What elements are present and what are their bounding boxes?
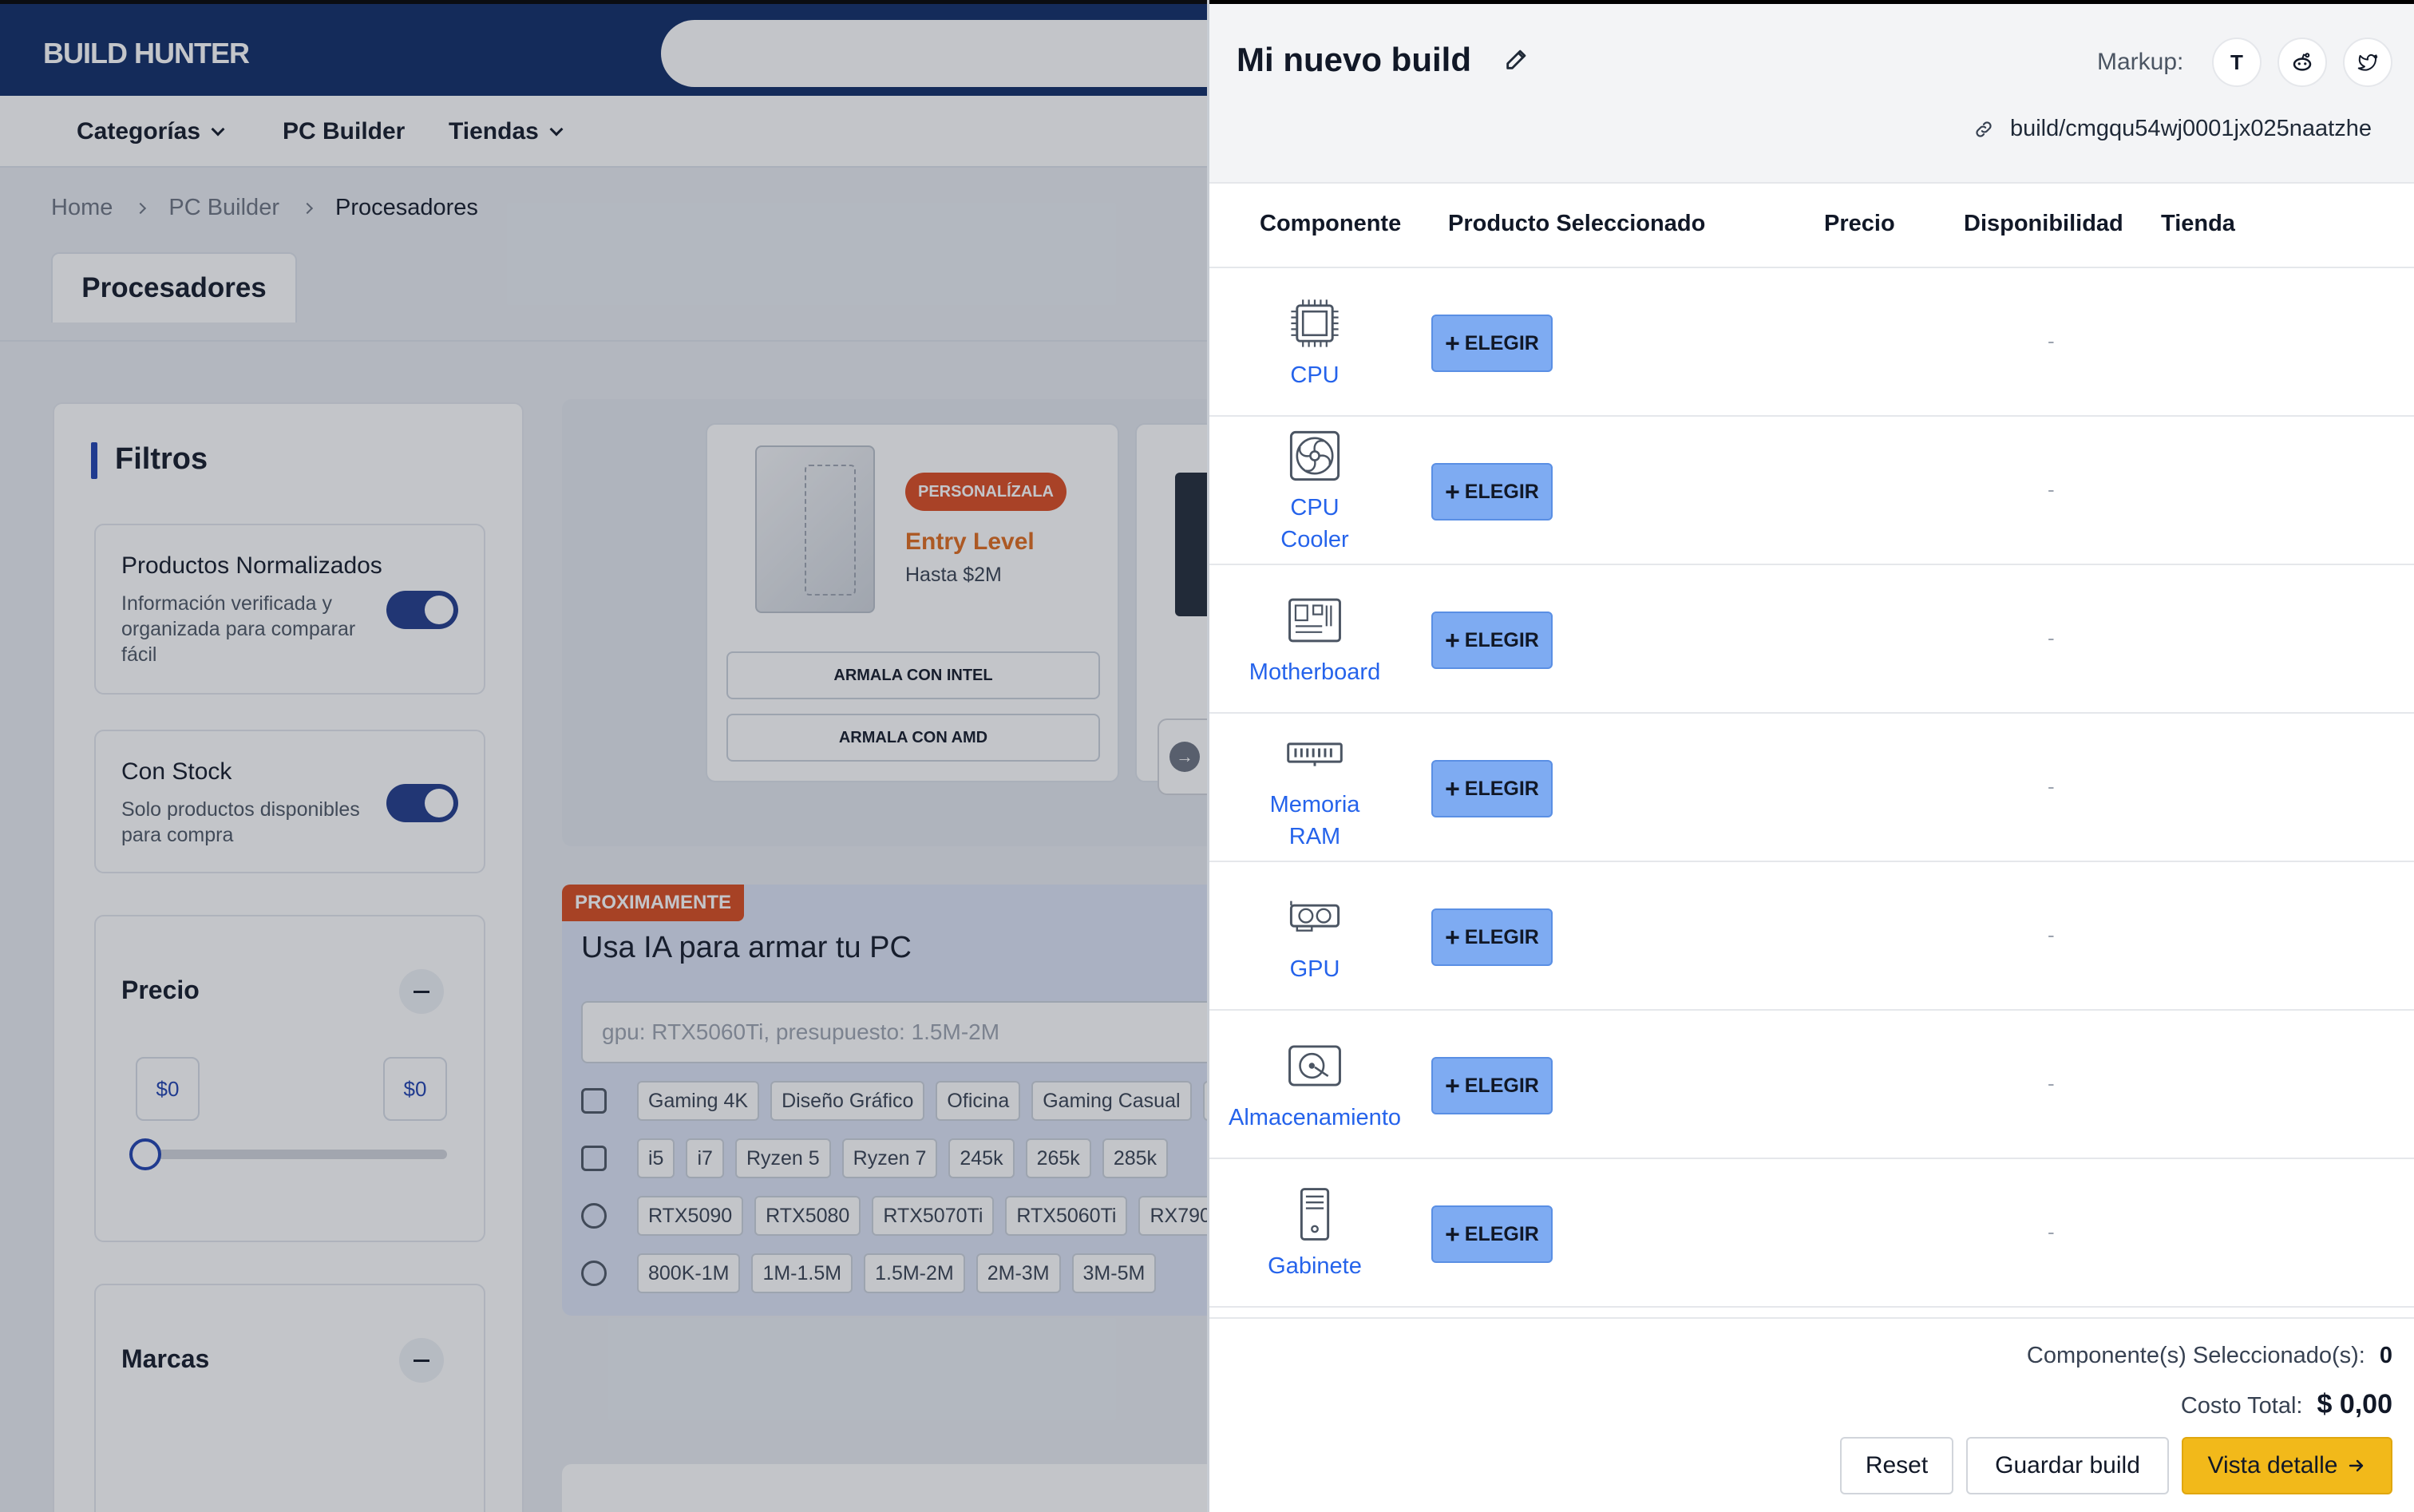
total-cost-label: Costo Total: (2180, 1393, 2303, 1419)
elegir-gpu-button[interactable]: + ELEGIR (1431, 908, 1553, 966)
link-icon (1976, 121, 1992, 137)
drawer-footer: Componente(s) Seleccionado(s): 0 Costo T… (1209, 1317, 2414, 1512)
availability-value: - (2048, 1220, 2055, 1244)
cpu-icon (1291, 299, 1339, 347)
table-row: Gabinete + ELEGIR - (1209, 1159, 2414, 1308)
vista-detalle-button[interactable]: Vista detalle (2182, 1437, 2392, 1494)
build-title: Mi nuevo build (1237, 41, 1471, 78)
plus-icon: + (1445, 328, 1460, 358)
build-share-link[interactable]: build/cmgqu54wj0001jx025naatzhe (1973, 116, 2372, 142)
table-row: CPU + ELEGIR - (1209, 268, 2414, 417)
availability-value: - (2048, 329, 2055, 353)
elegir-cpu-button[interactable]: + ELEGIR (1431, 315, 1553, 372)
availability-value: - (2048, 774, 2055, 798)
motherboard-icon (1288, 598, 1341, 643)
gpu-icon (1289, 900, 1340, 932)
reddit-icon (2293, 53, 2312, 71)
elegir-label: ELEGIR (1464, 331, 1539, 354)
component-gabinete[interactable]: Gabinete (1209, 1159, 1420, 1308)
availability-value: - (2048, 626, 2055, 650)
elegir-label: ELEGIR (1464, 628, 1539, 651)
availability-value: - (2048, 1071, 2055, 1095)
component-label: GPU (1289, 956, 1340, 982)
elegir-label: ELEGIR (1464, 1074, 1539, 1097)
table-header: Componente Producto Seleccionado Precio … (1209, 184, 2414, 268)
storage-icon (1288, 1045, 1341, 1087)
elegir-label: ELEGIR (1464, 925, 1539, 948)
cooler-icon (1289, 430, 1340, 481)
component-ram[interactable]: Memoria RAM (1209, 714, 1420, 862)
elegir-cooler-button[interactable]: + ELEGIR (1431, 463, 1553, 520)
components-table: CPU + ELEGIR - CPU Cooler + ELEGIR - Mot… (1209, 268, 2414, 1317)
component-almacenamiento[interactable]: Almacenamiento (1209, 1011, 1420, 1159)
component-gpu[interactable]: GPU (1209, 862, 1420, 1011)
elegir-label: ELEGIR (1464, 480, 1539, 503)
vista-detalle-label: Vista detalle (2207, 1452, 2338, 1478)
total-cost-value: $ 0,00 (2317, 1389, 2392, 1419)
elegir-motherboard-button[interactable]: + ELEGIR (1431, 612, 1553, 669)
table-row: Motherboard + ELEGIR - (1209, 565, 2414, 714)
component-label: Almacenamiento (1229, 1105, 1401, 1130)
twitter-icon (2357, 53, 2378, 71)
elegir-label: ELEGIR (1464, 1222, 1539, 1245)
modal-backdrop[interactable] (0, 0, 1207, 1512)
table-row: GPU + ELEGIR - (1209, 862, 2414, 1011)
build-link-text: build/cmgqu54wj0001jx025naatzhe (2009, 116, 2372, 141)
component-label: CPU (1290, 362, 1340, 388)
selected-count: Componente(s) Seleccionado(s): 0 (2027, 1343, 2392, 1369)
component-label: Memoria RAM (1269, 792, 1360, 849)
arrow-right-icon (2349, 1459, 2364, 1472)
case-icon (1300, 1188, 1330, 1241)
col-componente: Componente (1260, 211, 1402, 236)
availability-value: - (2048, 477, 2055, 501)
table-row: Almacenamiento + ELEGIR - (1209, 1011, 2414, 1159)
elegir-storage-button[interactable]: + ELEGIR (1431, 1057, 1553, 1114)
plus-icon: + (1445, 1219, 1460, 1249)
elegir-gabinete-button[interactable]: + ELEGIR (1431, 1205, 1553, 1263)
build-drawer: Mi nuevo build Markup: T build/cmgqu54wj… (1207, 0, 2414, 1512)
elegir-ram-button[interactable]: + ELEGIR (1431, 760, 1553, 817)
twitter-share-button[interactable] (2343, 38, 2392, 87)
plus-icon: + (1445, 477, 1460, 506)
edit-pencil-icon[interactable] (1503, 46, 1530, 73)
component-label: Motherboard (1249, 659, 1381, 685)
table-row: CPU Cooler + ELEGIR - (1209, 417, 2414, 565)
component-label: CPU Cooler (1280, 495, 1349, 552)
total-cost: Costo Total: $ 0,00 (2181, 1389, 2392, 1420)
component-motherboard[interactable]: Motherboard (1209, 565, 1420, 714)
drawer-header: Mi nuevo build Markup: T build/cmgqu54wj… (1209, 0, 2414, 184)
save-build-button[interactable]: Guardar build (1966, 1437, 2169, 1494)
ram-icon (1287, 742, 1343, 766)
col-precio: Precio (1824, 211, 1895, 236)
markup-t-label: T (2230, 49, 2243, 74)
col-tienda: Tienda (2161, 211, 2235, 236)
selected-count-label: Componente(s) Seleccionado(s): (2026, 1343, 2365, 1368)
markup-t-button[interactable]: T (2212, 38, 2262, 87)
plus-icon: + (1445, 922, 1460, 952)
col-producto: Producto Seleccionado (1448, 211, 1706, 236)
component-label: Gabinete (1268, 1253, 1362, 1279)
selected-count-value: 0 (2379, 1343, 2392, 1368)
markup-label: Markup: (2097, 49, 2184, 75)
component-cpu[interactable]: CPU (1209, 268, 1420, 417)
plus-icon: + (1445, 774, 1460, 803)
elegir-label: ELEGIR (1464, 777, 1539, 800)
reset-button[interactable]: Reset (1840, 1437, 1953, 1494)
reddit-share-button[interactable] (2277, 38, 2327, 87)
table-row: Memoria RAM + ELEGIR - (1209, 714, 2414, 862)
plus-icon: + (1445, 625, 1460, 655)
plus-icon: + (1445, 1071, 1460, 1100)
component-cpu-cooler[interactable]: CPU Cooler (1209, 417, 1420, 565)
availability-value: - (2048, 923, 2055, 947)
col-disponibilidad: Disponibilidad (1964, 211, 2123, 236)
